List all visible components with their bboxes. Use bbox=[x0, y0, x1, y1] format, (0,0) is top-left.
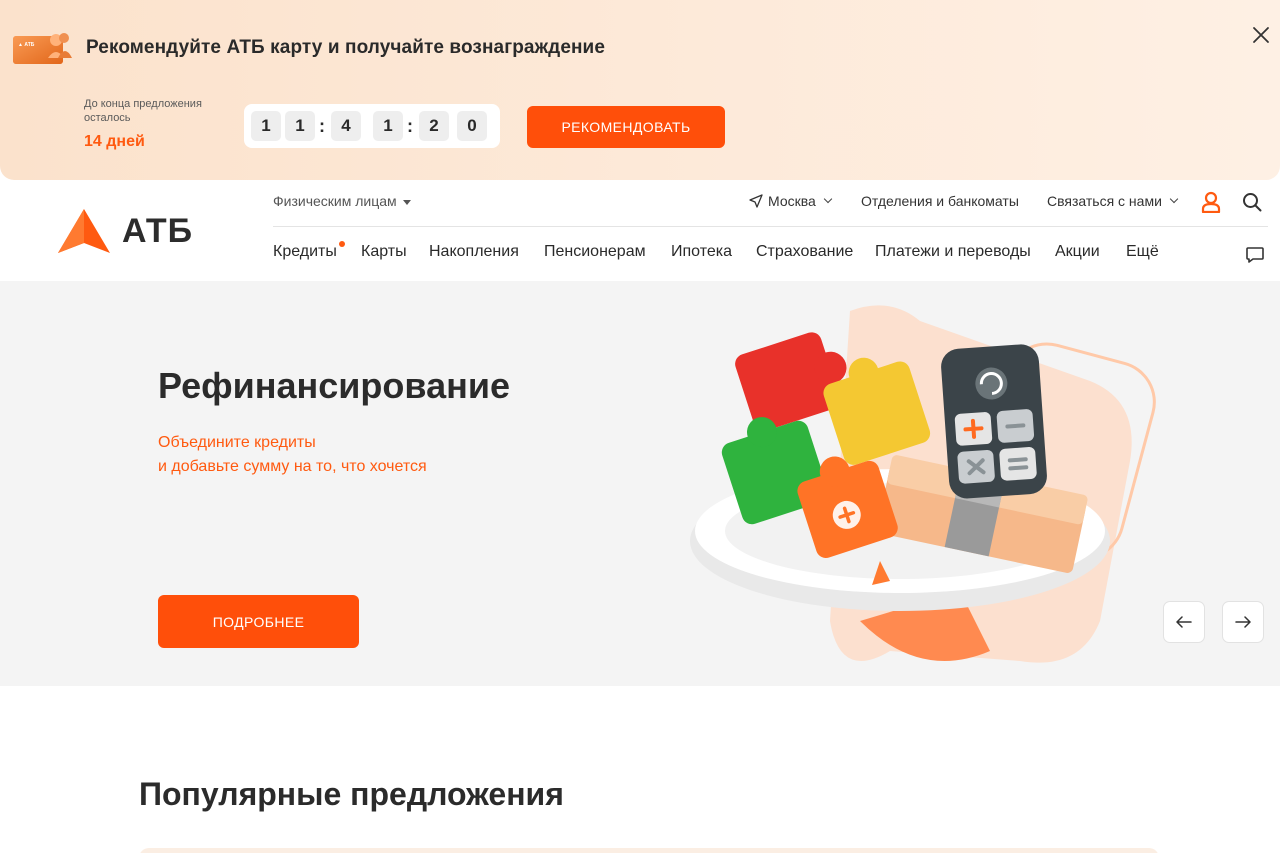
caret-down-icon bbox=[402, 199, 411, 205]
slider-prev-button[interactable] bbox=[1163, 601, 1205, 643]
header-divider bbox=[273, 226, 1268, 227]
city-selector[interactable]: Москва bbox=[749, 193, 833, 209]
search-icon[interactable] bbox=[1242, 192, 1262, 212]
nav-savings[interactable]: Накопления bbox=[429, 243, 519, 261]
close-icon[interactable] bbox=[1250, 24, 1272, 46]
notification-dot bbox=[339, 241, 345, 247]
hero-subtitle: Объедините кредиты и добавьте сумму на т… bbox=[158, 431, 427, 479]
timer-digit: 2 bbox=[419, 111, 449, 141]
nav-insurance[interactable]: Страхование bbox=[756, 243, 853, 261]
user-icon[interactable] bbox=[1201, 191, 1221, 213]
segment-label: Физическим лицам bbox=[273, 193, 397, 209]
nav-pensioners[interactable]: Пенсионерам bbox=[544, 243, 646, 261]
slider-next-button[interactable] bbox=[1222, 601, 1264, 643]
timer-separator: : bbox=[319, 115, 325, 136]
hero-title: Рефинансирование bbox=[158, 365, 510, 406]
details-button[interactable]: ПОДРОБНЕЕ bbox=[158, 595, 359, 648]
city-label: Москва bbox=[768, 193, 816, 209]
atb-logo[interactable]: АТБ bbox=[56, 205, 238, 257]
timer-separator: : bbox=[407, 115, 413, 136]
nav-more[interactable]: Ещё bbox=[1126, 243, 1159, 261]
contact-label: Связаться с нами bbox=[1047, 193, 1162, 209]
promo-days-left: 14 дней bbox=[84, 133, 145, 150]
promo-until-label: До конца предложения осталось bbox=[84, 98, 202, 124]
hero-slider: Рефинансирование Объедините кредиты и до… bbox=[0, 281, 1280, 686]
chevron-down-icon bbox=[1169, 194, 1179, 204]
recommend-button[interactable]: РЕКОМЕНДОВАТЬ bbox=[527, 106, 725, 148]
timer-digit: 0 bbox=[457, 111, 487, 141]
timer-digit: 1 bbox=[285, 111, 315, 141]
refinancing-illustration bbox=[690, 305, 1156, 663]
countdown-timer: 1 1 : 4 1 : 2 0 bbox=[244, 104, 500, 148]
nav-promotions[interactable]: Акции bbox=[1055, 243, 1100, 261]
logo-text: АТБ bbox=[122, 211, 194, 250]
hero-subtitle-line: Объедините кредиты bbox=[158, 434, 316, 451]
nav-payments[interactable]: Платежи и переводы bbox=[875, 243, 1031, 261]
nav-mortgage[interactable]: Ипотека bbox=[671, 243, 732, 261]
arrow-left-icon bbox=[1176, 616, 1192, 628]
hero-subtitle-line: и добавьте сумму на то, что хочется bbox=[158, 458, 427, 475]
segment-selector[interactable]: Физическим лицам bbox=[273, 193, 411, 209]
promo-title: Рекомендуйте АТБ карту и получайте возна… bbox=[86, 37, 606, 58]
nav-credits[interactable]: Кредиты bbox=[273, 243, 337, 261]
popular-offers-title: Популярные предложения bbox=[139, 776, 564, 812]
timer-digit: 1 bbox=[373, 111, 403, 141]
svg-text:▲ АТБ: ▲ АТБ bbox=[18, 42, 35, 48]
logo-icon bbox=[58, 209, 110, 253]
chat-icon[interactable] bbox=[1245, 245, 1265, 265]
card-icon: ▲ АТБ bbox=[13, 33, 72, 64]
nav-cards[interactable]: Карты bbox=[361, 243, 407, 261]
branches-link[interactable]: Отделения и банкоматы bbox=[861, 193, 1019, 209]
timer-digit: 4 bbox=[331, 111, 361, 141]
contact-selector[interactable]: Связаться с нами bbox=[1047, 193, 1179, 209]
arrow-right-icon bbox=[1235, 616, 1251, 628]
promo-banner: ▲ АТБ Рекомендуйте АТБ карту и получайте… bbox=[0, 0, 1280, 180]
chevron-down-icon bbox=[823, 194, 833, 204]
timer-digit: 1 bbox=[251, 111, 281, 141]
location-arrow-icon bbox=[749, 194, 763, 208]
offer-card[interactable] bbox=[139, 848, 1159, 853]
